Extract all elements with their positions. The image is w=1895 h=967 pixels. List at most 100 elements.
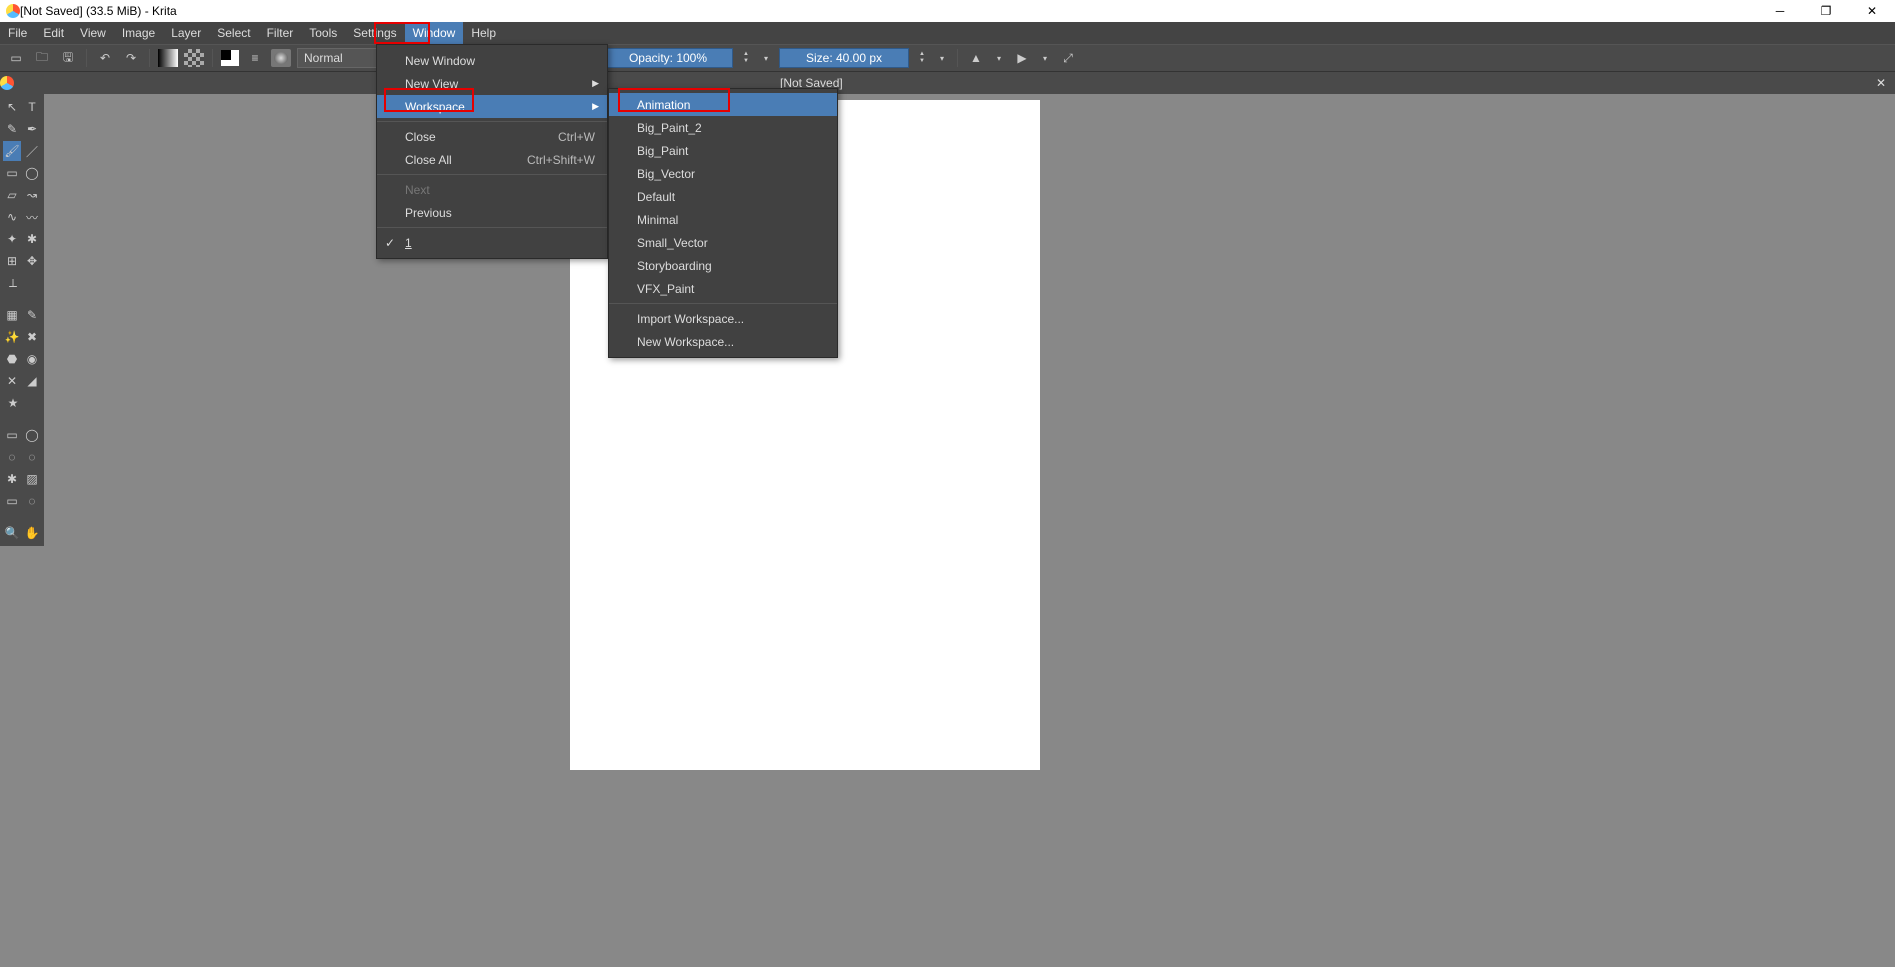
reference-tool-icon[interactable]: ★ xyxy=(3,393,23,413)
workspace-default[interactable]: Default xyxy=(609,185,837,208)
edit-shape-tool-icon[interactable]: ✎ xyxy=(3,119,21,139)
toolbar: ▭ 🗀 🖫 ↶ ↷ ≡ Normal ▾ Opacity: 100% ▲▼ ▾ … xyxy=(0,44,1895,72)
check-icon: ✓ xyxy=(385,236,395,250)
menu-view[interactable]: View xyxy=(72,22,114,44)
eyedropper-tool-icon[interactable]: ✎ xyxy=(23,305,41,325)
transform-tool-icon[interactable]: ⊞ xyxy=(3,251,21,271)
mirror-horizontal-icon[interactable]: ▲ xyxy=(966,48,986,68)
pan-tool-icon[interactable]: ✋ xyxy=(23,523,41,543)
close-document-icon[interactable]: ✕ xyxy=(1871,72,1891,94)
freehand-brush-tool-icon[interactable]: 🖌 xyxy=(3,141,21,161)
menu-new-window[interactable]: New Window xyxy=(377,49,607,72)
text-tool-icon[interactable]: T xyxy=(23,97,41,117)
smart-fill-tool-icon[interactable]: ✖ xyxy=(23,327,41,347)
menu-next: Next xyxy=(377,178,607,201)
titlebar: [Not Saved] (33.5 MiB) - Krita ─ ❐ ✕ xyxy=(0,0,1895,22)
gradient-tool-icon[interactable]: ◉ xyxy=(23,349,41,369)
workspace-submenu: Animation Big_Paint_2 Big_Paint Big_Vect… xyxy=(608,88,838,358)
zoom-tool-icon[interactable]: 🔍 xyxy=(3,523,21,543)
menu-image[interactable]: Image xyxy=(114,22,163,44)
bezier-select-tool-icon[interactable]: ▭ xyxy=(3,491,21,511)
move-tool-icon[interactable]: ↖ xyxy=(3,97,21,117)
menu-window[interactable]: Window xyxy=(405,22,464,44)
open-file-icon[interactable]: 🗀 xyxy=(32,48,52,68)
workspace-big-vector[interactable]: Big_Vector xyxy=(609,162,837,185)
color-sampler-tool-icon[interactable]: ▦ xyxy=(3,305,21,325)
new-file-icon[interactable]: ▭ xyxy=(6,48,26,68)
workspace-minimal[interactable]: Minimal xyxy=(609,208,837,231)
freehand-select-tool-icon[interactable]: ◌ xyxy=(3,447,21,467)
minimize-button[interactable]: ─ xyxy=(1757,0,1803,22)
mirror-h-dropdown-icon[interactable]: ▾ xyxy=(992,54,1006,63)
magnetic-select-tool-icon[interactable]: ◌ xyxy=(23,491,41,511)
line-tool-icon[interactable]: ／ xyxy=(23,141,41,161)
menu-close-all[interactable]: Close AllCtrl+Shift+W xyxy=(377,148,607,171)
menu-previous[interactable]: Previous xyxy=(377,201,607,224)
bezier-tool-icon[interactable]: ∿ xyxy=(3,207,21,227)
wrap-around-icon[interactable]: ⤢ xyxy=(1058,48,1078,68)
undo-icon[interactable]: ↶ xyxy=(95,48,115,68)
redo-icon[interactable]: ↷ xyxy=(121,48,141,68)
calligraphy-tool-icon[interactable]: ✒ xyxy=(23,119,41,139)
workspace-animation[interactable]: Animation xyxy=(609,93,837,116)
app-logo-icon xyxy=(6,4,20,18)
pattern-swatch-icon[interactable] xyxy=(184,49,204,67)
polyline-tool-icon[interactable]: ↝ xyxy=(23,185,41,205)
move-layer-tool-icon[interactable]: ✥ xyxy=(23,251,41,271)
menu-workspace[interactable]: Workspace▶ xyxy=(377,95,607,118)
workspace-import[interactable]: Import Workspace... xyxy=(609,307,837,330)
gradient-swatch-icon[interactable] xyxy=(158,49,178,67)
crop-tool-icon[interactable]: ⟂ xyxy=(3,273,23,293)
workspace-storyboarding[interactable]: Storyboarding xyxy=(609,254,837,277)
brush-size-slider[interactable]: Size: 40.00 px xyxy=(779,48,909,68)
save-file-icon[interactable]: 🖫 xyxy=(58,48,78,68)
workspace-new[interactable]: New Workspace... xyxy=(609,330,837,353)
menu-new-view[interactable]: New View▶ xyxy=(377,72,607,95)
multibrush-tool-icon[interactable]: ✱ xyxy=(23,229,41,249)
menu-help[interactable]: Help xyxy=(463,22,504,44)
menu-tools[interactable]: Tools xyxy=(301,22,345,44)
rectangle-tool-icon[interactable]: ▭ xyxy=(3,163,21,183)
ellipse-select-tool-icon[interactable]: ◯ xyxy=(23,425,41,445)
contiguous-select-tool-icon[interactable]: ✱ xyxy=(3,469,21,489)
workspace-big-paint[interactable]: Big_Paint xyxy=(609,139,837,162)
mirror-v-dropdown-icon[interactable]: ▾ xyxy=(1038,54,1052,63)
polygon-select-tool-icon[interactable]: ◌ xyxy=(23,447,41,467)
window-menu-dropdown: New Window New View▶ Workspace▶ CloseCtr… xyxy=(376,44,608,259)
opacity-slider[interactable]: Opacity: 100% xyxy=(603,48,733,68)
dyna-tool-icon[interactable]: ✦ xyxy=(3,229,21,249)
measure-tool-icon[interactable]: ◢ xyxy=(23,371,41,391)
menu-close[interactable]: CloseCtrl+W xyxy=(377,125,607,148)
menu-edit[interactable]: Edit xyxy=(35,22,72,44)
mirror-vertical-icon[interactable]: ▶ xyxy=(1012,48,1032,68)
menu-settings[interactable]: Settings xyxy=(345,22,404,44)
menu-select[interactable]: Select xyxy=(209,22,258,44)
similar-select-tool-icon[interactable]: ▨ xyxy=(23,469,41,489)
brush-preset-icon[interactable] xyxy=(271,49,291,67)
menu-document-1[interactable]: ✓1 xyxy=(377,231,607,254)
polygon-tool-icon[interactable]: ▱ xyxy=(3,185,21,205)
menu-filter[interactable]: Filter xyxy=(259,22,302,44)
workspace-small-vector[interactable]: Small_Vector xyxy=(609,231,837,254)
smart-patch-tool-icon[interactable]: ✨ xyxy=(3,327,21,347)
size-stepper-icon[interactable]: ▲▼ xyxy=(915,51,929,65)
rect-select-tool-icon[interactable]: ▭ xyxy=(3,425,21,445)
maximize-button[interactable]: ❐ xyxy=(1803,0,1849,22)
menu-layer[interactable]: Layer xyxy=(163,22,209,44)
workspace-vfx-paint[interactable]: VFX_Paint xyxy=(609,277,837,300)
menubar: File Edit View Image Layer Select Filter… xyxy=(0,22,1895,44)
doc-logo-icon xyxy=(0,76,14,90)
list-icon[interactable]: ≡ xyxy=(245,48,265,68)
fg-bg-swatch-icon[interactable] xyxy=(221,50,239,66)
submenu-arrow-icon: ▶ xyxy=(592,78,599,89)
freehand-path-tool-icon[interactable]: 〰 xyxy=(23,207,41,227)
opacity-dropdown-icon[interactable]: ▾ xyxy=(759,54,773,63)
workspace-big-paint-2[interactable]: Big_Paint_2 xyxy=(609,116,837,139)
assistant-tool-icon[interactable]: ✕ xyxy=(3,371,21,391)
size-dropdown-icon[interactable]: ▾ xyxy=(935,54,949,63)
ellipse-tool-icon[interactable]: ◯ xyxy=(23,163,41,183)
opacity-stepper-icon[interactable]: ▲▼ xyxy=(739,51,753,65)
menu-file[interactable]: File xyxy=(0,22,35,44)
close-window-button[interactable]: ✕ xyxy=(1849,0,1895,22)
fill-tool-icon[interactable]: ⬣ xyxy=(3,349,21,369)
